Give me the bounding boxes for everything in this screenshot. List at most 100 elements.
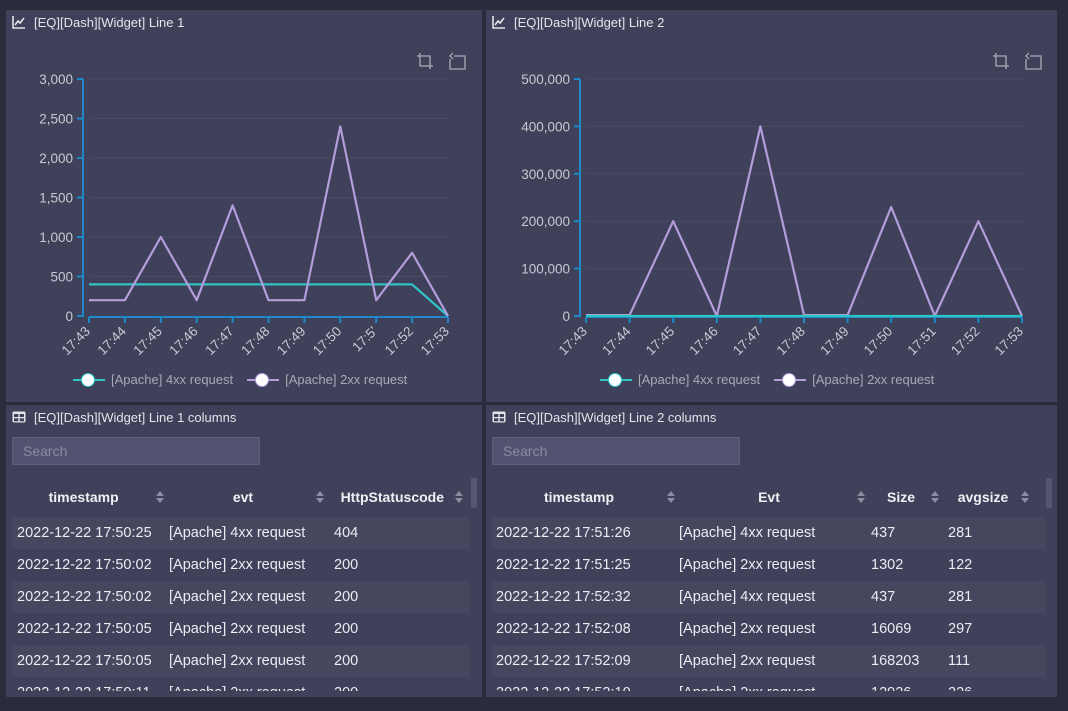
table1-col-httpstatuscode[interactable]: HttpStatuscode (331, 483, 470, 511)
table-cell: 404 (334, 525, 359, 541)
x-tick-label: 17:52 (948, 324, 983, 359)
table-icon (492, 411, 506, 423)
table-row[interactable]: 2022-12-22 17:50:05 [Apache] 2xx request 2… (12, 613, 470, 645)
table-row[interactable]: 2022-12-22 17:50:05 [Apache] 2xx request 2… (12, 645, 470, 677)
table1-header: timestamp evt HttpStatuscode (12, 483, 470, 511)
table-cell: 437 (871, 589, 896, 605)
y-tick-label: 500 (50, 270, 73, 285)
table-row[interactable]: 2022-12-22 17:52:08 [Apache] 2xx request 1… (492, 613, 1046, 645)
table1-widget-title: [EQ][Dash][Widget] Line 1 columns (34, 409, 237, 425)
x-tick-label: 17:50 (310, 324, 345, 359)
table-cell: [Apache] 4xx request (679, 589, 816, 605)
line1-widget: [EQ][Dash][Widget] Line 1 0 500 1,000 1,500… (6, 10, 482, 402)
legend-2xx-label: [Apache] 2xx request (812, 372, 935, 387)
table-cell: 200 (334, 557, 359, 573)
table2-widget: [EQ][Dash][Widget] Line 2 columns timest… (486, 405, 1057, 697)
table-cell: 200 (334, 589, 359, 605)
table2-col-evt[interactable]: Evt (682, 483, 872, 511)
legend-item-4xx[interactable]: [Apache] 4xx request (73, 372, 233, 387)
y-tick-label: 0 (562, 309, 570, 324)
y-tick-label: 300,000 (521, 167, 570, 182)
table-row[interactable]: 2022-12-22 17:51:26 [Apache] 4xx request 4… (492, 517, 1046, 549)
x-tick-label: 17:48 (238, 324, 273, 359)
table-cell: 122 (948, 557, 973, 573)
table-cell: 2022-12-22 17:50:25 (17, 525, 152, 541)
table-row[interactable]: 2022-12-22 17:50:11[Apache] 2xx request2… (12, 677, 470, 691)
sort-icon[interactable] (454, 490, 464, 504)
table1-search-input[interactable] (12, 437, 260, 465)
x-tick-label: 17:53 (992, 324, 1027, 359)
table2-widget-title: [EQ][Dash][Widget] Line 2 columns (514, 409, 717, 425)
y-tick-label: 0 (65, 309, 73, 324)
table-row[interactable]: 2022-12-22 17:52:10[Apache] 2xx request1… (492, 677, 1046, 691)
table2-col-timestamp[interactable]: timestamp (492, 483, 682, 511)
table1-scrollbar[interactable] (471, 478, 477, 508)
x-tick-label: 17:47 (202, 324, 237, 359)
table-icon (12, 411, 26, 423)
legend-4xx-marker-icon (600, 372, 632, 387)
table-cell: [Apache] 4xx request (169, 525, 306, 541)
sort-icon[interactable] (930, 490, 940, 504)
table-cell: 281 (948, 525, 973, 541)
table1-widget: [EQ][Dash][Widget] Line 1 columns timest… (6, 405, 482, 697)
legend-2xx-label: [Apache] 2xx request (285, 372, 408, 387)
table-cell: [Apache] 2xx request (679, 621, 816, 637)
line2-chart: 0 100,000 200,000 300,000 400,000 500,000 17:4… (521, 72, 1027, 359)
legend-item-2xx[interactable]: [Apache] 2xx request (247, 372, 407, 387)
table-cell: 437 (871, 525, 896, 541)
legend-item-2xx[interactable]: [Apache] 2xx request (774, 372, 934, 387)
table-cell: 200 (334, 653, 359, 669)
y-tick-label: 400,000 (521, 119, 570, 134)
x-tick-label: 17:46 (166, 324, 201, 359)
table-cell: [Apache] 2xx request (169, 589, 306, 605)
table2-search-input[interactable] (492, 437, 740, 465)
table-cell: 2022-12-22 17:50:02 (17, 557, 152, 573)
table-cell: [Apache] 2xx request (169, 621, 306, 637)
legend-2xx-marker-icon (247, 372, 280, 387)
table2-col-size[interactable]: Size (872, 483, 946, 511)
series-line-2xx (89, 125, 449, 317)
y-tick-label: 500,000 (521, 72, 570, 87)
line1-legend: [Apache] 4xx request [Apache] 2xx reques… (73, 372, 407, 387)
table-row[interactable]: 2022-12-22 17:51:25 [Apache] 2xx request 1… (492, 549, 1046, 581)
x-tick-label: 17:53 (418, 324, 453, 359)
table-cell: [Apache] 2xx request (679, 685, 871, 691)
sort-icon[interactable] (315, 490, 325, 504)
sort-icon[interactable] (155, 490, 165, 504)
table1-widget-header: [EQ][Dash][Widget] Line 1 columns (12, 409, 236, 425)
table2-scrollbar[interactable] (1046, 478, 1052, 508)
x-tick-label: 17:44 (599, 323, 634, 358)
table1-col-timestamp[interactable]: timestamp (12, 483, 171, 511)
table-cell: 12926 (871, 685, 948, 691)
table-cell: 2022-12-22 17:52:09 (496, 653, 631, 669)
x-tick-label: 17:5' (349, 324, 380, 355)
sort-icon[interactable] (1020, 490, 1030, 504)
table-cell: 111 (948, 653, 971, 669)
table-cell: 200 (334, 621, 359, 637)
sort-icon[interactable] (666, 490, 676, 504)
table-cell: 168203 (871, 653, 920, 669)
legend-item-4xx[interactable]: [Apache] 4xx request (600, 372, 760, 387)
x-tick-label: 17:43 (59, 324, 94, 359)
table-row[interactable]: 2022-12-22 17:52:09 [Apache] 2xx request 1… (492, 645, 1046, 677)
table2-col-avgsize[interactable]: avgsize (946, 483, 1036, 511)
table2-body: 2022-12-22 17:51:26 [Apache] 4xx request 4… (492, 517, 1046, 691)
table-cell: [Apache] 2xx request (169, 653, 306, 669)
x-tick-label: 17:44 (95, 323, 130, 358)
table-row[interactable]: 2022-12-22 17:50:02 [Apache] 2xx request 2… (12, 581, 470, 613)
table-cell: [Apache] 2xx request (169, 557, 306, 573)
table-cell: 297 (948, 621, 973, 637)
table-cell: [Apache] 2xx request (679, 653, 816, 669)
table-row[interactable]: 2022-12-22 17:50:02 [Apache] 2xx request 2… (12, 549, 470, 581)
table-row[interactable]: 2022-12-22 17:50:25 [Apache] 4xx request 4… (12, 517, 470, 549)
table-row[interactable]: 2022-12-22 17:52:32 [Apache] 4xx request 4… (492, 581, 1046, 613)
table1-col-evt[interactable]: evt (171, 483, 330, 511)
y-tick-label: 2,000 (39, 151, 73, 166)
table-cell: 226 (948, 685, 1028, 691)
table2-header: timestamp Evt Size avgsize (492, 483, 1046, 511)
sort-icon[interactable] (856, 490, 866, 504)
y-tick-label: 200,000 (521, 214, 570, 229)
y-tick-label: 1,500 (39, 191, 73, 206)
legend-4xx-label: [Apache] 4xx request (111, 372, 234, 387)
table-cell: 2022-12-22 17:50:02 (17, 589, 152, 605)
